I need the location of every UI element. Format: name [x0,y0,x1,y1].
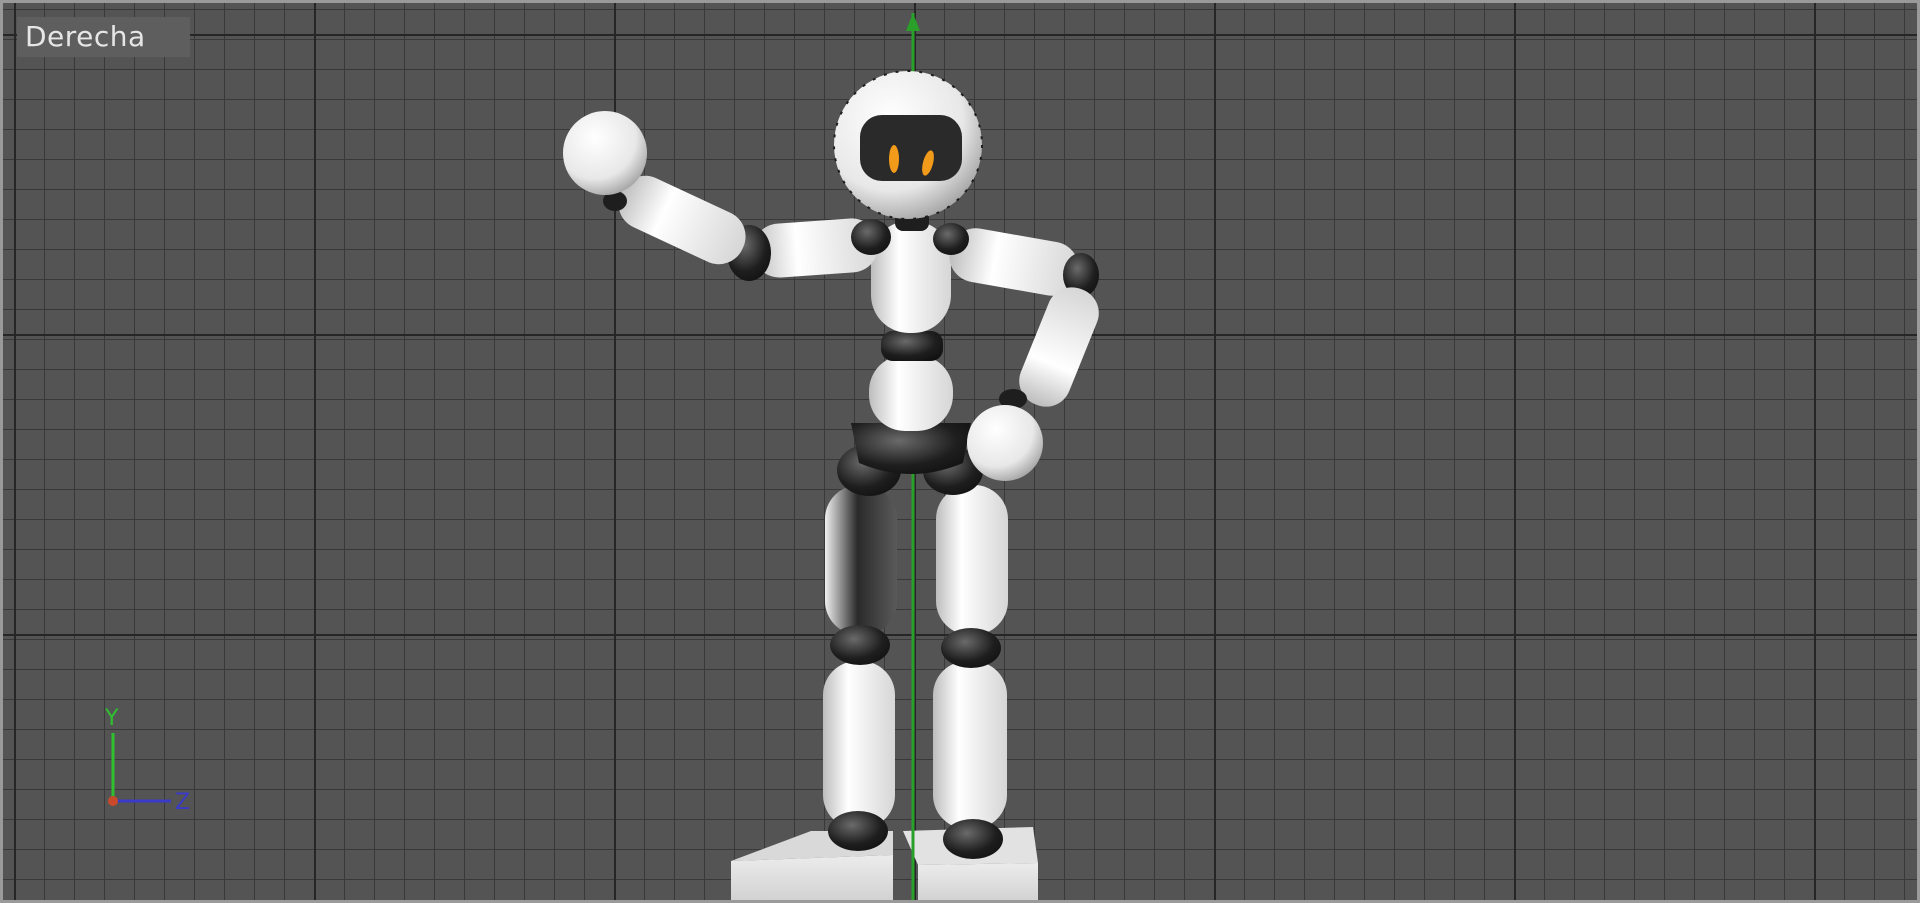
scene-canvas[interactable] [3,3,1920,903]
right-forearm [1019,287,1099,407]
left-hand [563,111,647,195]
visor [860,115,962,181]
left-lower-leg [823,661,895,829]
abdomen [869,355,953,431]
right-hand [967,405,1043,481]
3d-viewport-right[interactable]: Derecha Y Z [0,0,1920,903]
right-upper-leg [936,485,1008,635]
waist-joint [881,331,943,361]
axis-z-label: Z [175,790,190,815]
head [833,70,983,220]
axis-y-label: Y [104,706,119,731]
right-knee-joint [941,628,1001,668]
right-shoulder-joint [933,223,969,255]
right-lower-leg [933,661,1007,829]
axis-gizmo: Y Z [104,706,190,815]
left-shoulder-joint [851,219,891,255]
robot-figure[interactable] [563,70,1106,859]
right-ankle-joint [943,819,1003,859]
left-knee-joint [830,625,890,665]
left-eye-icon [889,145,899,173]
left-upper-leg [825,485,897,635]
left-ankle-joint [828,811,888,851]
